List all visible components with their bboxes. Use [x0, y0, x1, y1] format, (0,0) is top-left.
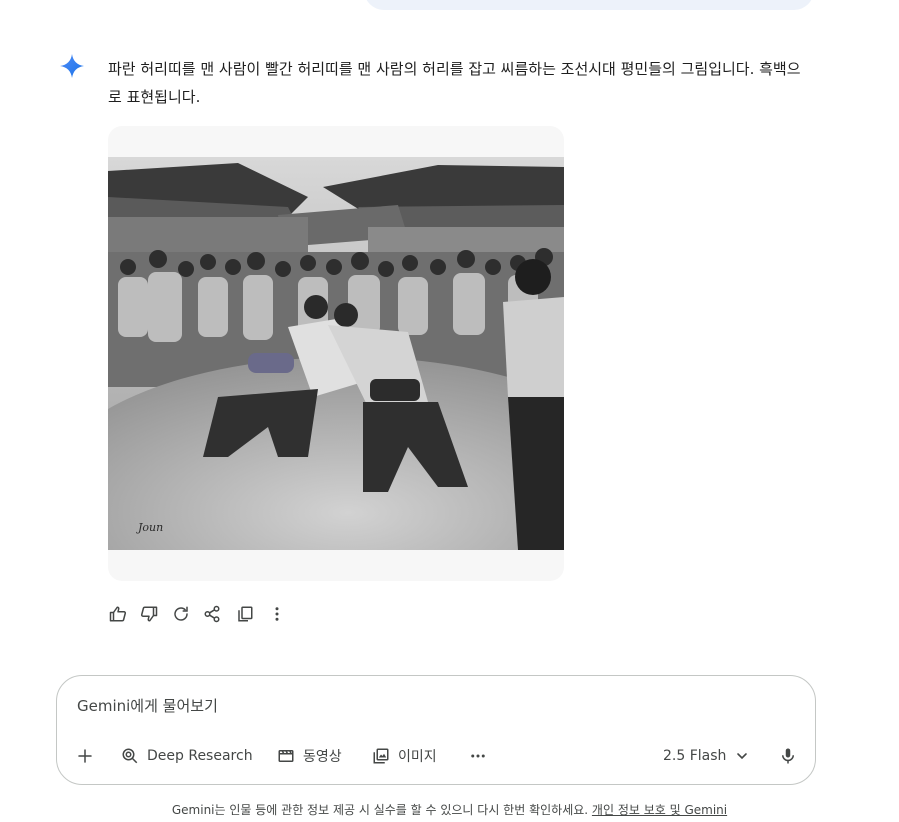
more-vert-icon[interactable] — [267, 604, 287, 624]
deep-research-label: Deep Research — [147, 748, 253, 764]
share-icon[interactable] — [202, 604, 222, 624]
prompt-composer[interactable]: Gemini에게 물어보기 Deep Research 동영상 이미지 2.5 … — [56, 675, 816, 785]
video-icon — [278, 750, 294, 762]
prompt-input[interactable]: Gemini에게 물어보기 — [77, 695, 218, 716]
model-label: 2.5 Flash — [663, 748, 727, 764]
microphone-icon — [782, 748, 794, 764]
video-button[interactable]: 동영상 — [277, 744, 342, 768]
image-signature: Joun — [136, 521, 163, 534]
previous-user-message-bubble — [364, 0, 814, 10]
video-label: 동영상 — [303, 749, 342, 765]
disclaimer-text: Gemini는 인물 등에 관한 정보 제공 시 실수를 할 수 있으니 다시 … — [171, 803, 589, 817]
image-label: 이미지 — [398, 749, 437, 765]
more-horiz-icon — [471, 754, 485, 758]
chevron-down-icon — [737, 753, 748, 760]
disclaimer: Gemini는 인물 등에 관한 정보 제공 시 실수를 할 수 있으니 다시 … — [0, 801, 899, 818]
model-selector[interactable]: 2.5 Flash — [663, 744, 750, 768]
response-text: 파란 허리띠를 맨 사람이 빨간 허리띠를 맨 사람의 허리를 잡고 씨름하는 … — [108, 60, 801, 106]
refresh-icon[interactable] — [171, 604, 191, 624]
deep-research-button[interactable]: Deep Research — [121, 744, 253, 768]
plus-icon — [78, 749, 92, 763]
microphone-button[interactable] — [779, 744, 797, 768]
copy-icon[interactable] — [235, 604, 255, 624]
gemini-sparkle-icon — [60, 54, 84, 78]
deep-research-icon — [122, 748, 138, 764]
image-button[interactable]: 이미지 — [372, 744, 437, 768]
thumb-up-icon[interactable] — [108, 604, 128, 624]
thumb-down-icon[interactable] — [139, 604, 159, 624]
image-icon — [373, 748, 389, 764]
privacy-link[interactable]: 개인 정보 보호 및 Gemini — [592, 803, 727, 817]
generated-image[interactable]: Joun — [108, 157, 564, 550]
add-button[interactable] — [76, 744, 94, 768]
more-tools-button[interactable] — [469, 744, 487, 768]
generated-image-card[interactable]: Joun — [108, 126, 564, 581]
